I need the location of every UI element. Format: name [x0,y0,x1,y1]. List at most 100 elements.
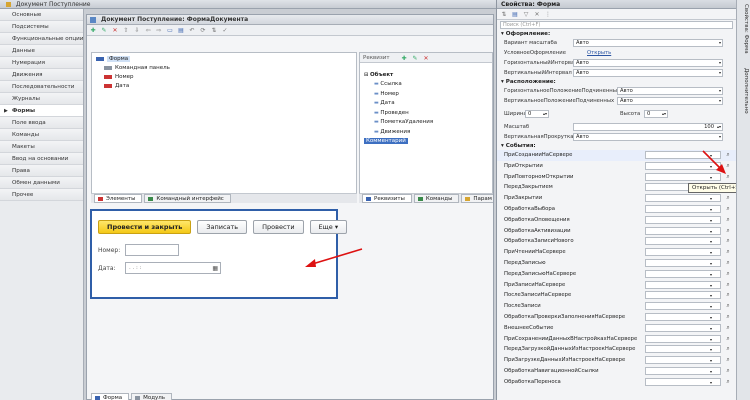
nav-item[interactable]: Движения [0,69,83,81]
bottom-tab-1[interactable]: Модуль [131,393,173,400]
event-handler-input[interactable]: ▾ [645,258,721,267]
event-handler-input[interactable]: ▾ [645,356,721,365]
add-icon[interactable]: ✚ [89,26,97,34]
delete-icon[interactable]: ✕ [111,26,119,34]
event-handler-input[interactable]: ▾ [645,312,721,321]
tree-item[interactable]: Форма [92,55,356,63]
open-handler-search-icon[interactable]: ⌕ [724,291,732,299]
nav-item[interactable]: Права [0,165,83,177]
layout-icon[interactable]: ▤ [177,26,185,34]
open-handler-search-icon[interactable]: ⌕ [724,345,732,353]
tab-tabs_left-1[interactable]: Командный интерфейс [144,194,231,203]
open-handler-search-icon[interactable]: ⌕ [724,302,732,310]
property-open-link[interactable]: Открыть [587,48,611,58]
group-icon[interactable]: ▭ [166,26,174,34]
check-icon[interactable]: ✓ [221,26,229,34]
delete-requisite-icon[interactable]: ✕ [422,54,430,62]
event-handler-input[interactable]: ▾ [645,194,721,203]
tree-item[interactable]: Дата [92,82,356,90]
move-up-icon[interactable]: ⇧ [122,26,130,34]
nav-item[interactable]: Прочее [0,189,83,201]
tab-tabs_right-2[interactable]: Парам [461,194,493,203]
open-handler-search-icon[interactable]: ⌕ [724,313,732,321]
event-handler-input[interactable]: ▾ [645,237,721,246]
nav-item[interactable]: Функциональные опции [0,33,83,45]
post-and-close-button[interactable]: Провести и закрыть [98,220,192,234]
nav-item[interactable]: Ввод на основании [0,153,83,165]
requisite-item[interactable]: ▬ Проведен [360,109,492,117]
open-handler-search-icon[interactable]: ⌕ [724,237,732,245]
property-value-select[interactable]: Авто ▾ [573,59,723,67]
tab-tabs_left-0[interactable]: Элементы [94,194,143,203]
nav-item[interactable]: Макеты [0,141,83,153]
requisite-item[interactable]: ▬ Номер [360,90,492,98]
tab-tabs_right-1[interactable]: Команды [413,194,460,203]
requisite-item[interactable]: Комментарий [360,137,492,145]
event-handler-input[interactable]: ▾ [645,226,721,235]
vscroll-select[interactable]: Авто ▾ [573,133,723,141]
open-handler-search-icon[interactable]: ⌕ [724,248,732,256]
tab-tabs_right-0[interactable]: Реквизиты [362,194,412,203]
event-handler-input[interactable]: ▾ [645,215,721,224]
event-handler-input[interactable]: ▾ [645,302,721,311]
open-handler-search-icon[interactable]: ⌕ [724,216,732,224]
move-right-icon[interactable]: ⇨ [155,26,163,34]
property-value-select[interactable]: Авто ▾ [573,69,723,77]
nav-item[interactable]: Подсистемы [0,21,83,33]
tree-item[interactable]: Номер [92,73,356,81]
edit-icon[interactable]: ✎ [100,26,108,34]
open-handler-search-icon[interactable]: ⌕ [724,378,732,386]
calendar-icon[interactable]: ▦ [212,264,218,274]
requisite-item[interactable]: ▬ ПометкаУдаления [360,118,492,126]
property-value-select[interactable]: Авто ▾ [617,97,723,105]
width-input[interactable]: 0 ▴▾ [525,110,549,118]
side-tab-additional[interactable]: Дополнительно [739,68,749,114]
bottom-tab-0[interactable]: Форма [91,393,130,400]
tree-item[interactable]: Командная панель [92,64,356,72]
sort-icon[interactable]: ⇅ [210,26,218,34]
nav-item[interactable]: Данные [0,45,83,57]
more-icon[interactable]: ⋮ [544,10,552,18]
date-input[interactable]: . . : : ▦ [125,262,221,274]
height-input[interactable]: 0 ▴▾ [644,110,668,118]
nav-item[interactable]: ▶ Формы [0,105,83,117]
event-handler-input[interactable]: ▾ [645,280,721,289]
categories-icon[interactable]: ▤ [511,10,519,18]
requisite-item[interactable]: ▬ Дата [360,99,492,107]
clear-icon[interactable]: ✕ [533,10,541,18]
event-handler-input[interactable]: ▾ [645,269,721,278]
refresh-icon[interactable]: ⟳ [199,26,207,34]
open-handler-search-icon[interactable]: ⌕ [724,356,732,364]
open-handler-search-icon[interactable]: ⌕ [724,227,732,235]
nav-item[interactable]: Команды [0,129,83,141]
scale-input[interactable]: 100 ▴▾ [573,123,723,131]
event-handler-input[interactable]: ▾ [645,204,721,213]
event-handler-input[interactable]: ▾ [645,291,721,300]
nav-item[interactable]: Поле ввода [0,117,83,129]
property-value-select[interactable]: Авто ▾ [573,39,723,47]
section-position[interactable]: ▾ Расположение: [497,78,736,86]
post-button[interactable]: Провести [253,220,304,234]
open-handler-search-icon[interactable]: ⌕ [724,367,732,375]
nav-item[interactable]: Последовательности [0,81,83,93]
nav-item[interactable]: Нумерация [0,57,83,69]
edit-requisite-icon[interactable]: ✎ [411,54,419,62]
open-handler-search-icon[interactable]: ⌕ [724,335,732,343]
more-button[interactable]: Еще ▾ [309,220,348,234]
open-handler-search-icon[interactable]: ⌕ [724,194,732,202]
undo-icon[interactable]: ↶ [188,26,196,34]
event-handler-input[interactable]: ▾ [645,345,721,354]
open-handler-search-icon[interactable]: ⌕ [724,270,732,278]
save-button[interactable]: Записать [197,220,248,234]
properties-search-input[interactable]: Поиск (Ctrl+F) [500,21,733,29]
open-handler-search-icon[interactable]: ⌕ [724,281,732,289]
nav-item[interactable]: Обмен данными [0,177,83,189]
sort-alpha-icon[interactable]: ⇅ [500,10,508,18]
event-handler-input[interactable]: ▾ [645,334,721,343]
section-appearance[interactable]: ▾ Оформление: [497,30,736,38]
move-down-icon[interactable]: ⇩ [133,26,141,34]
open-handler-search-icon[interactable]: ⌕ [724,205,732,213]
filter-icon[interactable]: ▽ [522,10,530,18]
requisite-item[interactable]: ▬ Движения [360,128,492,136]
event-handler-input[interactable]: ▾ [645,323,721,332]
